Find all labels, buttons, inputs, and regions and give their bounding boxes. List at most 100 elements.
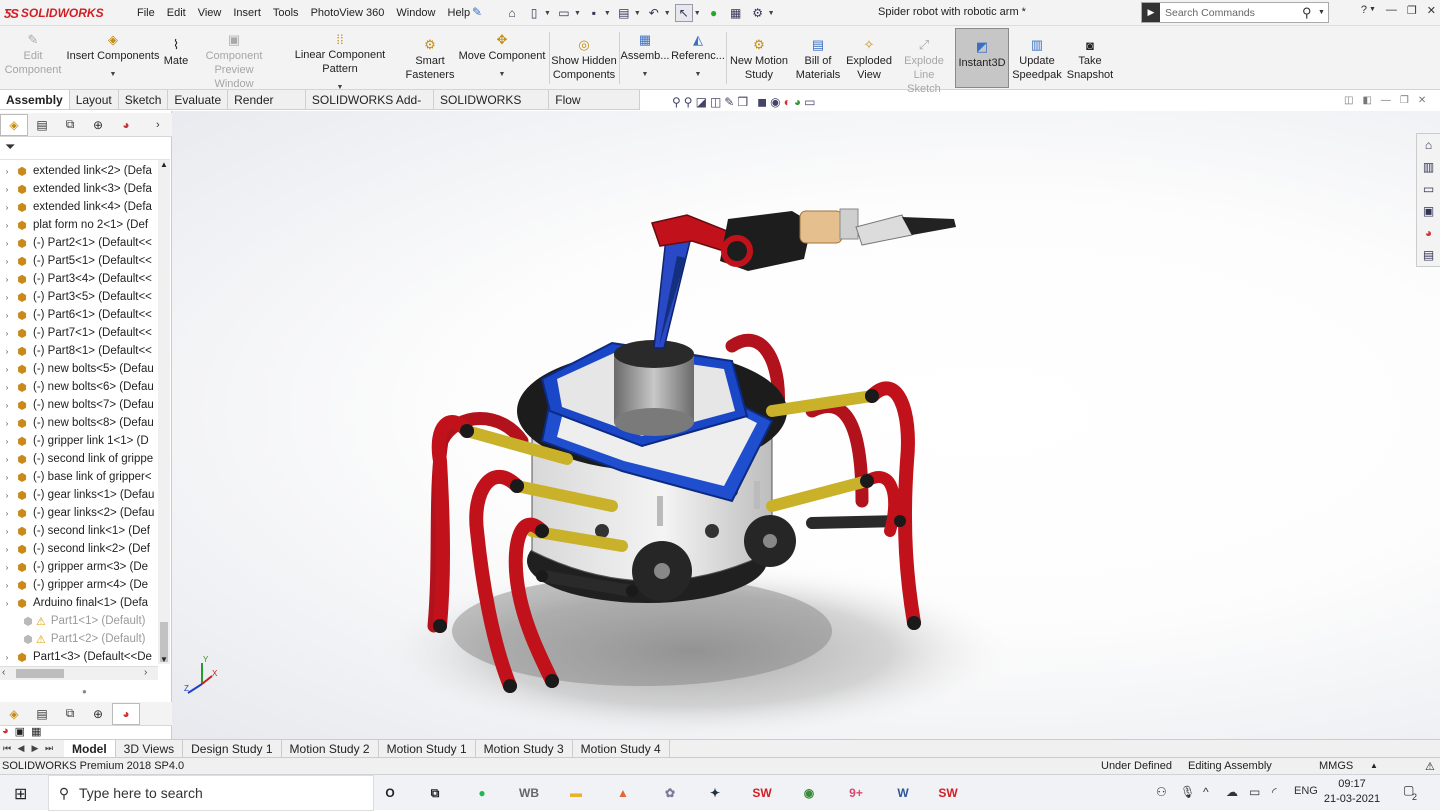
tree-item[interactable]: › ⬢ (-) new bolts<7> (Defau [0, 396, 158, 414]
take-snapshot-button[interactable]: ◙ Take Snapshot [1064, 26, 1116, 88]
view-palette-icon[interactable]: ▣ [1423, 204, 1434, 218]
reference-geometry-button[interactable]: ◭ Referenc... ▼ [671, 26, 725, 88]
smart-fasteners-button[interactable]: ⚙ Smart Fasteners [406, 26, 455, 88]
new-dropdown-icon[interactable]: ▼ [544, 10, 551, 17]
insert-components-dropdown-icon[interactable]: ▼ [110, 71, 117, 78]
menu-insert[interactable]: Insert [227, 7, 267, 19]
next-tab-icon[interactable]: ▶ [28, 743, 42, 754]
arm-bearing-sleeve[interactable] [799, 210, 843, 244]
tree-item[interactable]: › ⬢ (-) second link<2> (Def [0, 540, 158, 558]
taskbar-spotify-icon[interactable]: ● [468, 779, 496, 807]
expand-arrow-icon[interactable]: › [0, 491, 14, 500]
view-settings-icon[interactable]: ▭ [804, 95, 815, 109]
taskbar-clock[interactable]: 09:17 21-03-2021 [1322, 777, 1382, 807]
expand-arrow-icon[interactable]: › [0, 419, 14, 428]
expand-arrow-icon[interactable]: › [0, 473, 14, 482]
file-explorer-icon[interactable]: ▭ [1423, 182, 1434, 196]
tree-horizontal-scrollbar[interactable]: ‹ › [0, 666, 158, 680]
tree-hscroll-thumb[interactable] [16, 669, 64, 678]
assembly-features-dropdown-icon[interactable]: ▼ [642, 71, 649, 78]
decals-icon[interactable]: ▣ [15, 725, 25, 738]
status-help-icon[interactable]: ⚠ [1425, 760, 1435, 773]
taskbar-matlab-icon[interactable]: ▲ [609, 779, 637, 807]
expand-arrow-icon[interactable]: › [0, 509, 14, 518]
wifi-icon[interactable]: ◜ [1272, 785, 1277, 799]
tree-item[interactable]: › ⬢ (-) gripper arm<4> (De [0, 576, 158, 594]
close-icon[interactable]: ✕ [1427, 4, 1436, 17]
tab-addins[interactable]: SOLIDWORKS Add-Ins [305, 90, 434, 127]
exploded-view-button[interactable]: ✧ Exploded View [844, 26, 894, 88]
property-manager-tab-2-icon[interactable]: ▤ [28, 703, 56, 725]
appearances-icon[interactable]: ◕ [2, 725, 9, 738]
taskbar-cortana-icon[interactable]: O [376, 779, 404, 807]
home-icon[interactable]: ⌂ [503, 4, 521, 22]
dynamic-annotation-icon[interactable]: ✎ [724, 95, 734, 109]
first-tab-icon[interactable]: ⏮ [0, 743, 14, 754]
configuration-manager-tab-2-icon[interactable]: ⧉ [56, 703, 84, 725]
status-units[interactable]: MMGS [1319, 760, 1353, 772]
pin-icon[interactable]: ✎ [472, 5, 486, 19]
tree-item[interactable]: › ⬢ (-) new bolts<6> (Defau [0, 378, 158, 396]
tree-item[interactable]: › ⬢ (-) new bolts<8> (Defau [0, 414, 158, 432]
options-gear-icon[interactable]: ⚙ [749, 4, 767, 22]
scroll-left-icon[interactable]: ‹ [2, 667, 5, 678]
move-component-dropdown-icon[interactable]: ▼ [499, 71, 506, 78]
reference-geometry-dropdown-icon[interactable]: ▼ [695, 71, 702, 78]
menu-photoview[interactable]: PhotoView 360 [305, 7, 391, 19]
tree-item[interactable]: › ⬢ (-) gripper arm<3> (De [0, 558, 158, 576]
display-manager-tab-2-icon[interactable]: ◕ [112, 702, 140, 725]
bill-of-materials-button[interactable]: ▤ Bill of Materials [794, 26, 842, 88]
save-dropdown-icon[interactable]: ▼ [604, 10, 611, 17]
mate-button[interactable]: ⌇ Mate [160, 26, 192, 88]
tree-item[interactable]: › ⬢ (-) gripper link 1<1> (D [0, 432, 158, 450]
instant3d-button[interactable]: ◩ Instant3D [955, 28, 1009, 88]
tab-assembly[interactable]: Assembly [0, 90, 70, 110]
previous-view-icon[interactable]: ◪ [696, 95, 707, 109]
expand-arrow-icon[interactable]: › [0, 437, 14, 446]
viewport-pane-icon[interactable]: ◫ [1344, 95, 1353, 106]
insert-components-button[interactable]: ◈ Insert Components ▼ [66, 26, 160, 88]
expand-arrow-icon[interactable]: › [0, 221, 14, 230]
expand-arrow-icon[interactable]: › [0, 581, 14, 590]
tab-model[interactable]: Model [64, 739, 116, 758]
menu-window[interactable]: Window [390, 7, 441, 19]
undo-icon[interactable]: ↶ [645, 4, 663, 22]
expand-arrow-icon[interactable]: › [0, 293, 14, 302]
tab-design-study-1[interactable]: Design Study 1 [183, 739, 282, 758]
new-motion-study-button[interactable]: ⚙ New Motion Study [728, 26, 790, 88]
explode-line-sketch-button[interactable]: ⤢ Explode Line Sketch [896, 26, 952, 95]
expand-arrow-icon[interactable]: › [0, 455, 14, 464]
open-dropdown-icon[interactable]: ▼ [574, 10, 581, 17]
tree-item[interactable]: › ⬢ (-) Part8<1> (Default<< [0, 342, 158, 360]
expand-arrow-icon[interactable]: › [0, 329, 14, 338]
component-preview-window-button[interactable]: ▣ Component Preview Window [194, 26, 274, 90]
panel-next-icon[interactable]: › [156, 119, 172, 131]
robot-model-view[interactable]: Y X Z [172, 111, 1440, 739]
search-dropdown-icon[interactable]: ▼ [1318, 9, 1328, 16]
tree-item[interactable]: ⬢ ⚠ Part1<2> (Default) [0, 630, 158, 648]
graphics-area[interactable]: Y X Z [172, 111, 1440, 739]
display-manager-tab-icon[interactable]: ◕ [112, 114, 140, 136]
expand-arrow-icon[interactable]: › [0, 185, 14, 194]
tab-motion-study-4[interactable]: Motion Study 4 [572, 739, 670, 758]
help-dropdown-icon[interactable]: ▼ [1369, 6, 1376, 17]
tab-motion-study-3[interactable]: Motion Study 3 [475, 739, 573, 758]
scroll-down-icon[interactable]: ▼ [160, 655, 168, 664]
dimxpert-tab-icon[interactable]: ⊕ [84, 114, 112, 136]
expand-arrow-icon[interactable]: › [0, 203, 14, 212]
expand-arrow-icon[interactable]: › [0, 365, 14, 374]
last-tab-icon[interactable]: ⏭ [42, 743, 56, 754]
expand-arrow-icon[interactable]: › [0, 401, 14, 410]
new-document-icon[interactable]: ▯ [525, 4, 543, 22]
tree-item[interactable]: › ⬢ (-) gear links<1> (Defau [0, 486, 158, 504]
expand-arrow-icon[interactable]: › [0, 275, 14, 284]
expand-arrow-icon[interactable]: › [0, 563, 14, 572]
expand-arrow-icon[interactable]: › [0, 311, 14, 320]
filter-icon[interactable]: ⏷ [5, 139, 15, 155]
units-dropdown-icon[interactable]: ▲ [1370, 761, 1378, 770]
tab-motion-study-2[interactable]: Motion Study 2 [281, 739, 379, 758]
tree-item[interactable]: › ⬢ Arduino final<1> (Defa [0, 594, 158, 612]
tab-3d-views[interactable]: 3D Views [115, 739, 184, 758]
display-style-icon[interactable]: ◼ [757, 95, 767, 109]
menu-help[interactable]: Help [442, 7, 477, 19]
